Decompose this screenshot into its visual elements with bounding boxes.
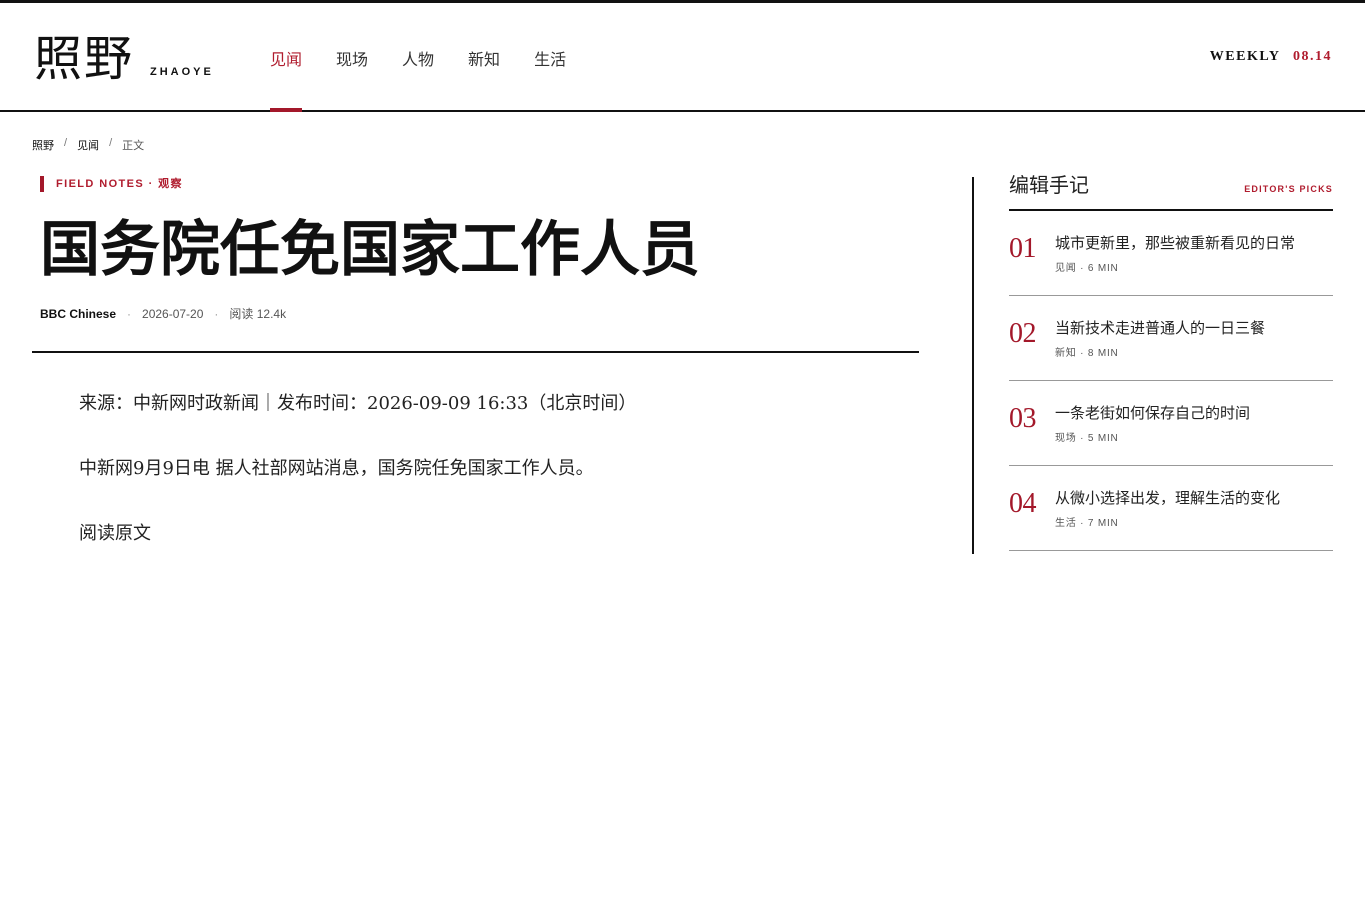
breadcrumb-separator: / (64, 137, 68, 149)
sidebar-subtitle: EDITOR'S PICKS (1244, 184, 1333, 194)
breadcrumb-home[interactable]: 照野 (32, 137, 54, 153)
issue-indicator: WEEKLY 08.14 (1210, 49, 1332, 65)
article-divider (32, 351, 919, 353)
breadcrumb-separator: / (109, 137, 113, 149)
pick-number: 01 (1009, 233, 1037, 264)
pick-item[interactable]: 02 当新技术走进普通人的一日三餐 新知 · 8 MIN (1009, 296, 1333, 381)
meta-separator: · (127, 306, 132, 321)
article-reads: 阅读 12.4k (229, 307, 287, 321)
pick-meta: 生活 · 7 MIN (1055, 518, 1119, 529)
logo-chinese: 照野 (34, 31, 135, 87)
article-meta: BBC Chinese · 2026-07-20 · 阅读 12.4k (40, 305, 919, 322)
editor-picks-sidebar: 编辑手记 EDITOR'S PICKS 01 城市更新里，那些被重新看见的日常 … (1009, 174, 1333, 551)
breadcrumb-section[interactable]: 见闻 (77, 137, 99, 153)
sidebar-header: 编辑手记 EDITOR'S PICKS (1009, 174, 1333, 211)
logo-latin: ZHAOYE (150, 66, 214, 78)
nav-item-jianwen[interactable]: 见闻 (270, 3, 303, 112)
issue-date: 08.14 (1293, 49, 1332, 64)
pick-meta: 见闻 · 6 MIN (1055, 263, 1119, 274)
read-original-link[interactable]: 阅读原文 (79, 523, 151, 544)
sidebar-title: 编辑手记 (1009, 175, 1089, 197)
article-paragraph: 中新网9月9日电 据人社部网站消息，国务院任免国家工作人员。 (79, 458, 594, 479)
article-author: BBC Chinese (40, 306, 117, 321)
issue-label: WEEKLY (1209, 49, 1280, 64)
main-nav: 见闻 现场 人物 新知 生活 (270, 3, 600, 112)
article-kicker: FIELD NOTES · 观察 (40, 176, 919, 192)
pick-item[interactable]: 04 从微小选择出发，理解生活的变化 生活 · 7 MIN (1009, 466, 1333, 551)
pick-item[interactable]: 01 城市更新里，那些被重新看见的日常 见闻 · 6 MIN (1009, 211, 1333, 296)
nav-item-shenghuo[interactable]: 生活 (534, 3, 566, 110)
pick-meta: 现场 · 5 MIN (1055, 433, 1119, 444)
article-paragraph: 来源：中新网时政新闻｜发布时间：2026-09-09 16:33（北京时间） (79, 393, 637, 414)
pick-title: 城市更新里，那些被重新看见的日常 (1055, 235, 1296, 252)
breadcrumb-current: 正文 (122, 140, 145, 152)
pick-title: 从微小选择出发，理解生活的变化 (1055, 490, 1281, 507)
article-headline: 国务院任免国家工作人员 (40, 215, 700, 285)
breadcrumb: 照野 / 见闻 / 正文 (32, 137, 144, 153)
site-header: 照野 ZHAOYE 见闻 现场 人物 新知 生活 WEEKLY 08.14 (0, 3, 1365, 112)
nav-item-xianchang[interactable]: 现场 (336, 3, 368, 110)
pick-number: 03 (1009, 403, 1037, 434)
meta-separator: · (214, 306, 219, 321)
site-logo[interactable]: 照野 ZHAOYE (34, 33, 214, 85)
pick-number: 02 (1009, 318, 1037, 349)
article-date: 2026-07-20 (142, 306, 204, 321)
column-divider (972, 177, 974, 554)
pick-title: 一条老街如何保存自己的时间 (1055, 405, 1251, 422)
pick-item[interactable]: 03 一条老街如何保存自己的时间 现场 · 5 MIN (1009, 381, 1333, 466)
pick-title: 当新技术走进普通人的一日三餐 (1055, 320, 1266, 337)
article-body: 来源：中新网时政新闻｜发布时间：2026-09-09 16:33（北京时间） 中… (32, 389, 919, 549)
article: FIELD NOTES · 观察 国务院任免国家工作人员 BBC Chinese… (32, 176, 919, 584)
pick-number: 04 (1009, 488, 1037, 519)
pick-meta: 新知 · 8 MIN (1055, 348, 1119, 359)
nav-item-xinzhi[interactable]: 新知 (468, 3, 500, 110)
nav-item-renwu[interactable]: 人物 (402, 3, 434, 110)
